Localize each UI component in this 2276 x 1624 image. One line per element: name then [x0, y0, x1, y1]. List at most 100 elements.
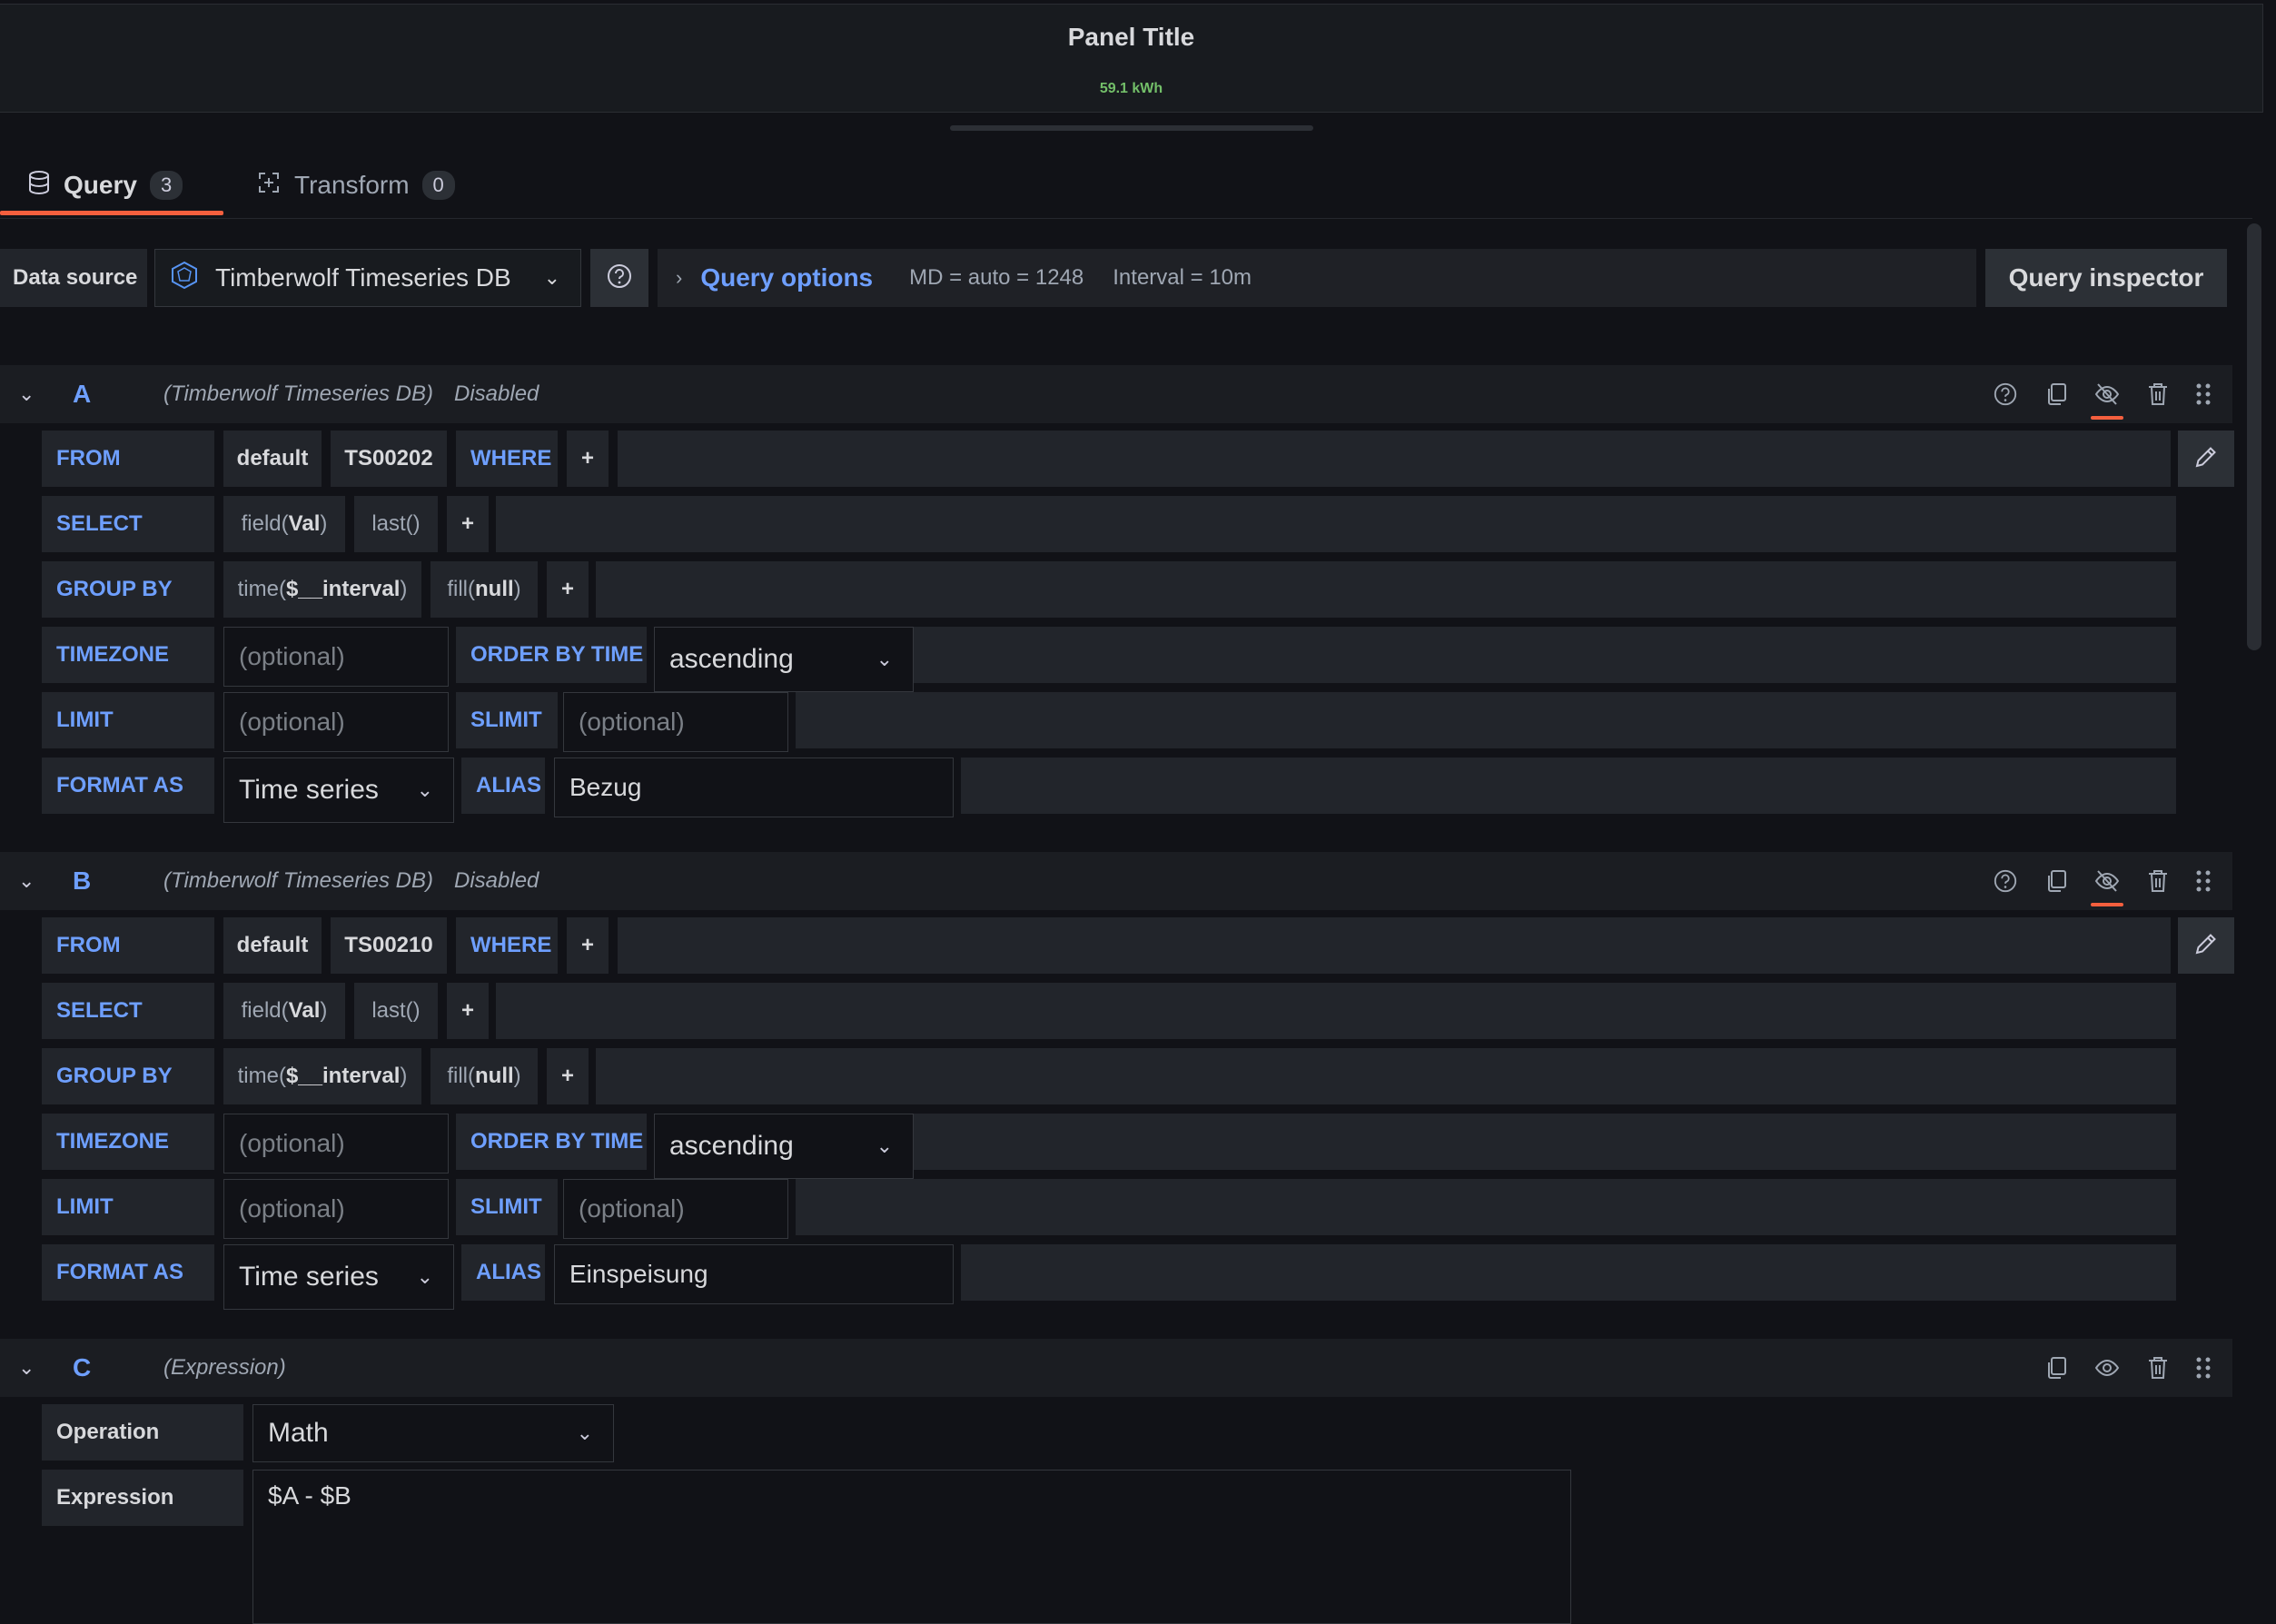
add-group-by-button[interactable]: +: [547, 1048, 589, 1104]
add-group-by-button[interactable]: +: [547, 561, 589, 618]
tab-query[interactable]: Query 3: [27, 162, 183, 209]
row-filler: [618, 917, 2171, 974]
timezone-keyword: TIMEZONE: [42, 1114, 214, 1170]
chevron-down-icon[interactable]: ⌄: [18, 382, 35, 406]
order-by-select[interactable]: ascending ⌄: [654, 627, 914, 692]
trash-icon[interactable]: [2143, 380, 2172, 409]
copy-icon[interactable]: [2042, 1353, 2071, 1382]
drag-handle-icon[interactable]: [2189, 380, 2218, 409]
query-inspector-button[interactable]: Query inspector: [1985, 249, 2227, 307]
query-row-header-a[interactable]: ⌄ A (Timberwolf Timeseries DB) Disabled: [0, 365, 2232, 423]
chevron-down-icon[interactable]: ⌄: [18, 869, 35, 893]
row-filler: [596, 1048, 2176, 1104]
datasource-picker[interactable]: Timberwolf Timeseries DB ⌄: [154, 249, 581, 307]
order-by-select[interactable]: ascending ⌄: [654, 1114, 914, 1179]
query-status: Disabled: [454, 868, 539, 893]
group-by-keyword: GROUP BY: [42, 561, 214, 618]
edit-raw-query-button[interactable]: [2178, 431, 2234, 487]
row-filler: [796, 1179, 2176, 1235]
format-as-select[interactable]: Time series ⌄: [223, 758, 454, 823]
database-icon: [27, 170, 51, 202]
query-row-header-c[interactable]: ⌄ C (Expression): [0, 1339, 2232, 1397]
eye-slash-icon[interactable]: [2093, 380, 2122, 409]
add-where-button[interactable]: +: [567, 431, 609, 487]
panel-preview: Panel Title 59.1 kWh: [0, 4, 2263, 113]
query-datasource: (Expression): [163, 1355, 286, 1380]
copy-icon[interactable]: [2042, 866, 2071, 896]
drag-handle-icon[interactable]: [2189, 866, 2218, 896]
datasource-label: Data source: [0, 249, 147, 307]
timezone-input[interactable]: (optional): [223, 1114, 449, 1173]
query-letter[interactable]: A: [73, 380, 91, 409]
aggregation-segment[interactable]: last(): [354, 983, 438, 1039]
time-interval-segment[interactable]: time($__interval): [223, 561, 421, 618]
slimit-input[interactable]: (optional): [563, 1179, 788, 1239]
chevron-down-icon: ⌄: [876, 648, 893, 670]
chevron-right-icon: ›: [676, 266, 683, 289]
chevron-down-icon[interactable]: ⌄: [18, 1356, 35, 1380]
measurement-segment[interactable]: TS00202: [331, 431, 447, 487]
copy-icon[interactable]: [2042, 380, 2071, 409]
tab-transform[interactable]: Transform 0: [256, 162, 455, 209]
add-where-button[interactable]: +: [567, 917, 609, 974]
time-interval-segment[interactable]: time($__interval): [223, 1048, 421, 1104]
question-circle-icon[interactable]: [1991, 380, 2020, 409]
query-datasource: (Timberwolf Timeseries DB): [163, 381, 433, 406]
row-filler: [914, 1114, 2176, 1170]
transform-icon: [256, 170, 282, 202]
format-as-select[interactable]: Time series ⌄: [223, 1244, 454, 1310]
chevron-down-icon: ⌄: [416, 778, 433, 801]
trash-icon[interactable]: [2143, 866, 2172, 896]
scrollbar[interactable]: [2247, 223, 2261, 650]
resize-splitter[interactable]: [950, 125, 1313, 131]
timezone-input[interactable]: (optional): [223, 627, 449, 687]
question-circle-icon[interactable]: [1991, 866, 2020, 896]
retention-policy-segment[interactable]: default: [223, 431, 322, 487]
order-by-time-keyword: ORDER BY TIME: [456, 1114, 647, 1170]
hide-active-indicator: [2091, 416, 2123, 420]
order-by-value: ascending: [669, 644, 794, 674]
field-segment[interactable]: field(Val): [223, 983, 345, 1039]
slimit-input[interactable]: (optional): [563, 692, 788, 752]
alias-input[interactable]: Einspeisung: [554, 1244, 954, 1304]
drag-handle-icon[interactable]: [2189, 1353, 2218, 1382]
datasource-name: Timberwolf Timeseries DB: [215, 263, 511, 292]
question-circle-icon: [606, 262, 633, 294]
panel-value: 59.1 kWh: [1099, 81, 1163, 96]
aggregation-segment[interactable]: last(): [354, 496, 438, 552]
row-filler: [961, 758, 2176, 814]
expression-textarea[interactable]: $A - $B: [252, 1470, 1571, 1624]
hide-active-indicator: [2091, 903, 2123, 906]
eye-icon[interactable]: [2093, 1353, 2122, 1382]
fill-segment[interactable]: fill(null): [430, 561, 538, 618]
query-row-header-b[interactable]: ⌄ B (Timberwolf Timeseries DB) Disabled: [0, 852, 2232, 910]
query-letter[interactable]: B: [73, 866, 91, 896]
field-segment[interactable]: field(Val): [223, 496, 345, 552]
panel-title: Panel Title: [1067, 23, 1195, 51]
format-as-keyword: FORMAT AS: [42, 1244, 214, 1301]
alias-input[interactable]: Bezug: [554, 758, 954, 817]
trash-icon[interactable]: [2143, 1353, 2172, 1382]
fill-segment[interactable]: fill(null): [430, 1048, 538, 1104]
datasource-help-button[interactable]: [590, 249, 648, 307]
chevron-down-icon: ⌄: [416, 1265, 433, 1288]
limit-input[interactable]: (optional): [223, 692, 449, 752]
add-select-button[interactable]: +: [447, 496, 489, 552]
row-filler: [496, 496, 2176, 552]
select-keyword: SELECT: [42, 983, 214, 1039]
operation-select[interactable]: Math ⌄: [252, 1404, 614, 1462]
eye-slash-icon[interactable]: [2093, 866, 2122, 896]
measurement-segment[interactable]: TS00210: [331, 917, 447, 974]
limit-input[interactable]: (optional): [223, 1179, 449, 1239]
query-options-title: Query options: [700, 263, 874, 292]
select-keyword: SELECT: [42, 496, 214, 552]
tab-query-count: 3: [149, 171, 183, 200]
from-keyword: FROM: [42, 917, 214, 974]
row-filler: [961, 1244, 2176, 1301]
query-options-toggle[interactable]: › Query options MD = auto = 1248 Interva…: [658, 249, 1976, 307]
edit-raw-query-button[interactable]: [2178, 917, 2234, 974]
query-datasource: (Timberwolf Timeseries DB): [163, 868, 433, 893]
query-letter[interactable]: C: [73, 1353, 91, 1382]
retention-policy-segment[interactable]: default: [223, 917, 322, 974]
add-select-button[interactable]: +: [447, 983, 489, 1039]
